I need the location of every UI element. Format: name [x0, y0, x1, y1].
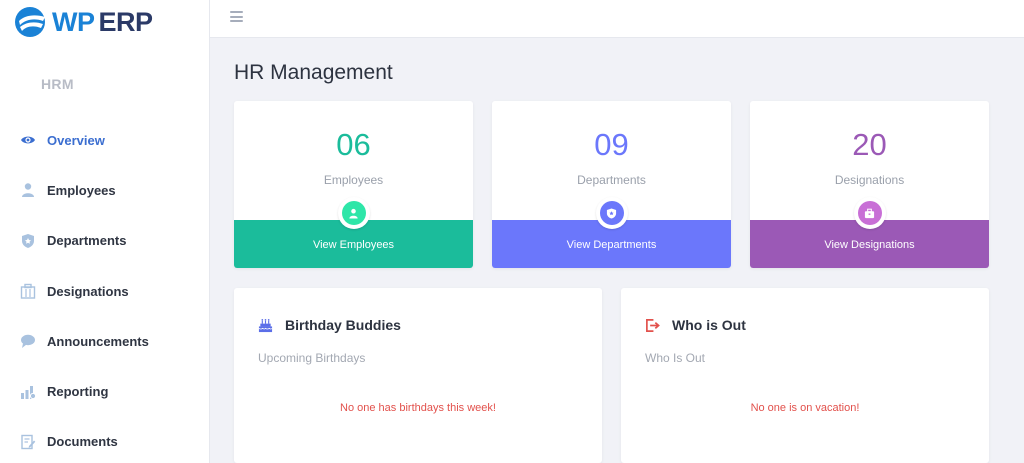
logo-mark-icon	[15, 7, 45, 37]
sidebar-item-employees[interactable]: Employees	[0, 165, 209, 215]
empty-message: No one is on vacation!	[750, 402, 860, 414]
stat-value: 06	[336, 127, 371, 162]
stat-label: Departments	[577, 173, 646, 187]
sign-out-icon	[646, 318, 660, 332]
panel-title: Birthday Buddies	[285, 317, 401, 333]
user-icon	[341, 201, 366, 225]
sidebar-section-label: HRM	[41, 76, 74, 92]
sidebar-item-label: Employees	[47, 182, 116, 198]
stat-card-employees: 06 Employees View Employees	[234, 101, 473, 268]
sidebar-item-label: Designations	[47, 283, 129, 299]
sidebar-nav: Overview Employees Departments Designati…	[0, 115, 209, 463]
panel-title: Who is Out	[672, 317, 746, 333]
panel-subtitle: Upcoming Birthdays	[258, 351, 366, 365]
sidebar: WP ERP HRM Overview Employees Departments	[0, 0, 210, 463]
shield-icon	[19, 232, 37, 250]
sidebar-item-reporting[interactable]: Reporting	[0, 366, 209, 416]
panel-header: Birthday Buddies	[258, 317, 401, 333]
shield-icon	[599, 201, 624, 225]
page-title: HR Management	[234, 61, 393, 84]
view-departments-link[interactable]: View Departments	[492, 239, 731, 251]
sidebar-item-label: Documents	[47, 434, 118, 450]
stat-value: 09	[594, 127, 629, 162]
sidebar-item-label: Departments	[47, 233, 127, 249]
cake-icon	[258, 318, 273, 332]
sidebar-item-announcements[interactable]: Announcements	[0, 316, 209, 366]
view-employees-link[interactable]: View Employees	[234, 239, 473, 251]
sidebar-item-label: Overview	[47, 132, 105, 148]
building-icon	[19, 282, 37, 300]
sidebar-item-departments[interactable]: Departments	[0, 216, 209, 266]
stat-badge	[337, 197, 370, 229]
document-edit-icon	[19, 433, 37, 451]
sidebar-item-documents[interactable]: Documents	[0, 417, 209, 463]
stat-label: Employees	[323, 173, 384, 187]
panel-header: Who is Out	[645, 317, 746, 333]
logo-erp: ERP	[98, 7, 154, 37]
logo-text: WP ERP	[52, 6, 153, 38]
empty-message: No one has birthdays this week!	[340, 402, 496, 414]
sidebar-item-label: Announcements	[47, 333, 149, 349]
stat-badge	[853, 197, 886, 229]
stat-label: Designations	[834, 173, 905, 187]
logo-wp: WP	[52, 7, 95, 37]
user-icon	[19, 181, 37, 199]
birthday-panel: Birthday Buddies Upcoming Birthdays No o…	[234, 288, 602, 463]
eye-icon	[19, 131, 37, 149]
top-bar	[210, 0, 1024, 38]
stat-card-departments: 09 Departments View Departments	[492, 101, 731, 268]
stat-value: 20	[852, 127, 887, 162]
stat-badge	[595, 197, 628, 229]
briefcase-icon	[857, 201, 882, 225]
chat-bubble-icon	[19, 332, 37, 350]
chart-icon	[19, 383, 37, 401]
who-is-out-panel: Who is Out Who Is Out No one is on vacat…	[621, 288, 989, 463]
panel-subtitle: Who Is Out	[645, 351, 706, 365]
sidebar-item-overview[interactable]: Overview	[0, 115, 209, 165]
sidebar-item-label: Reporting	[47, 384, 109, 400]
sidebar-item-designations[interactable]: Designations	[0, 266, 209, 316]
stat-card-designations: 20 Designations View Designations	[750, 101, 989, 268]
hamburger-icon[interactable]	[230, 11, 243, 22]
view-designations-link[interactable]: View Designations	[750, 239, 989, 251]
logo[interactable]: WP ERP	[14, 6, 153, 38]
